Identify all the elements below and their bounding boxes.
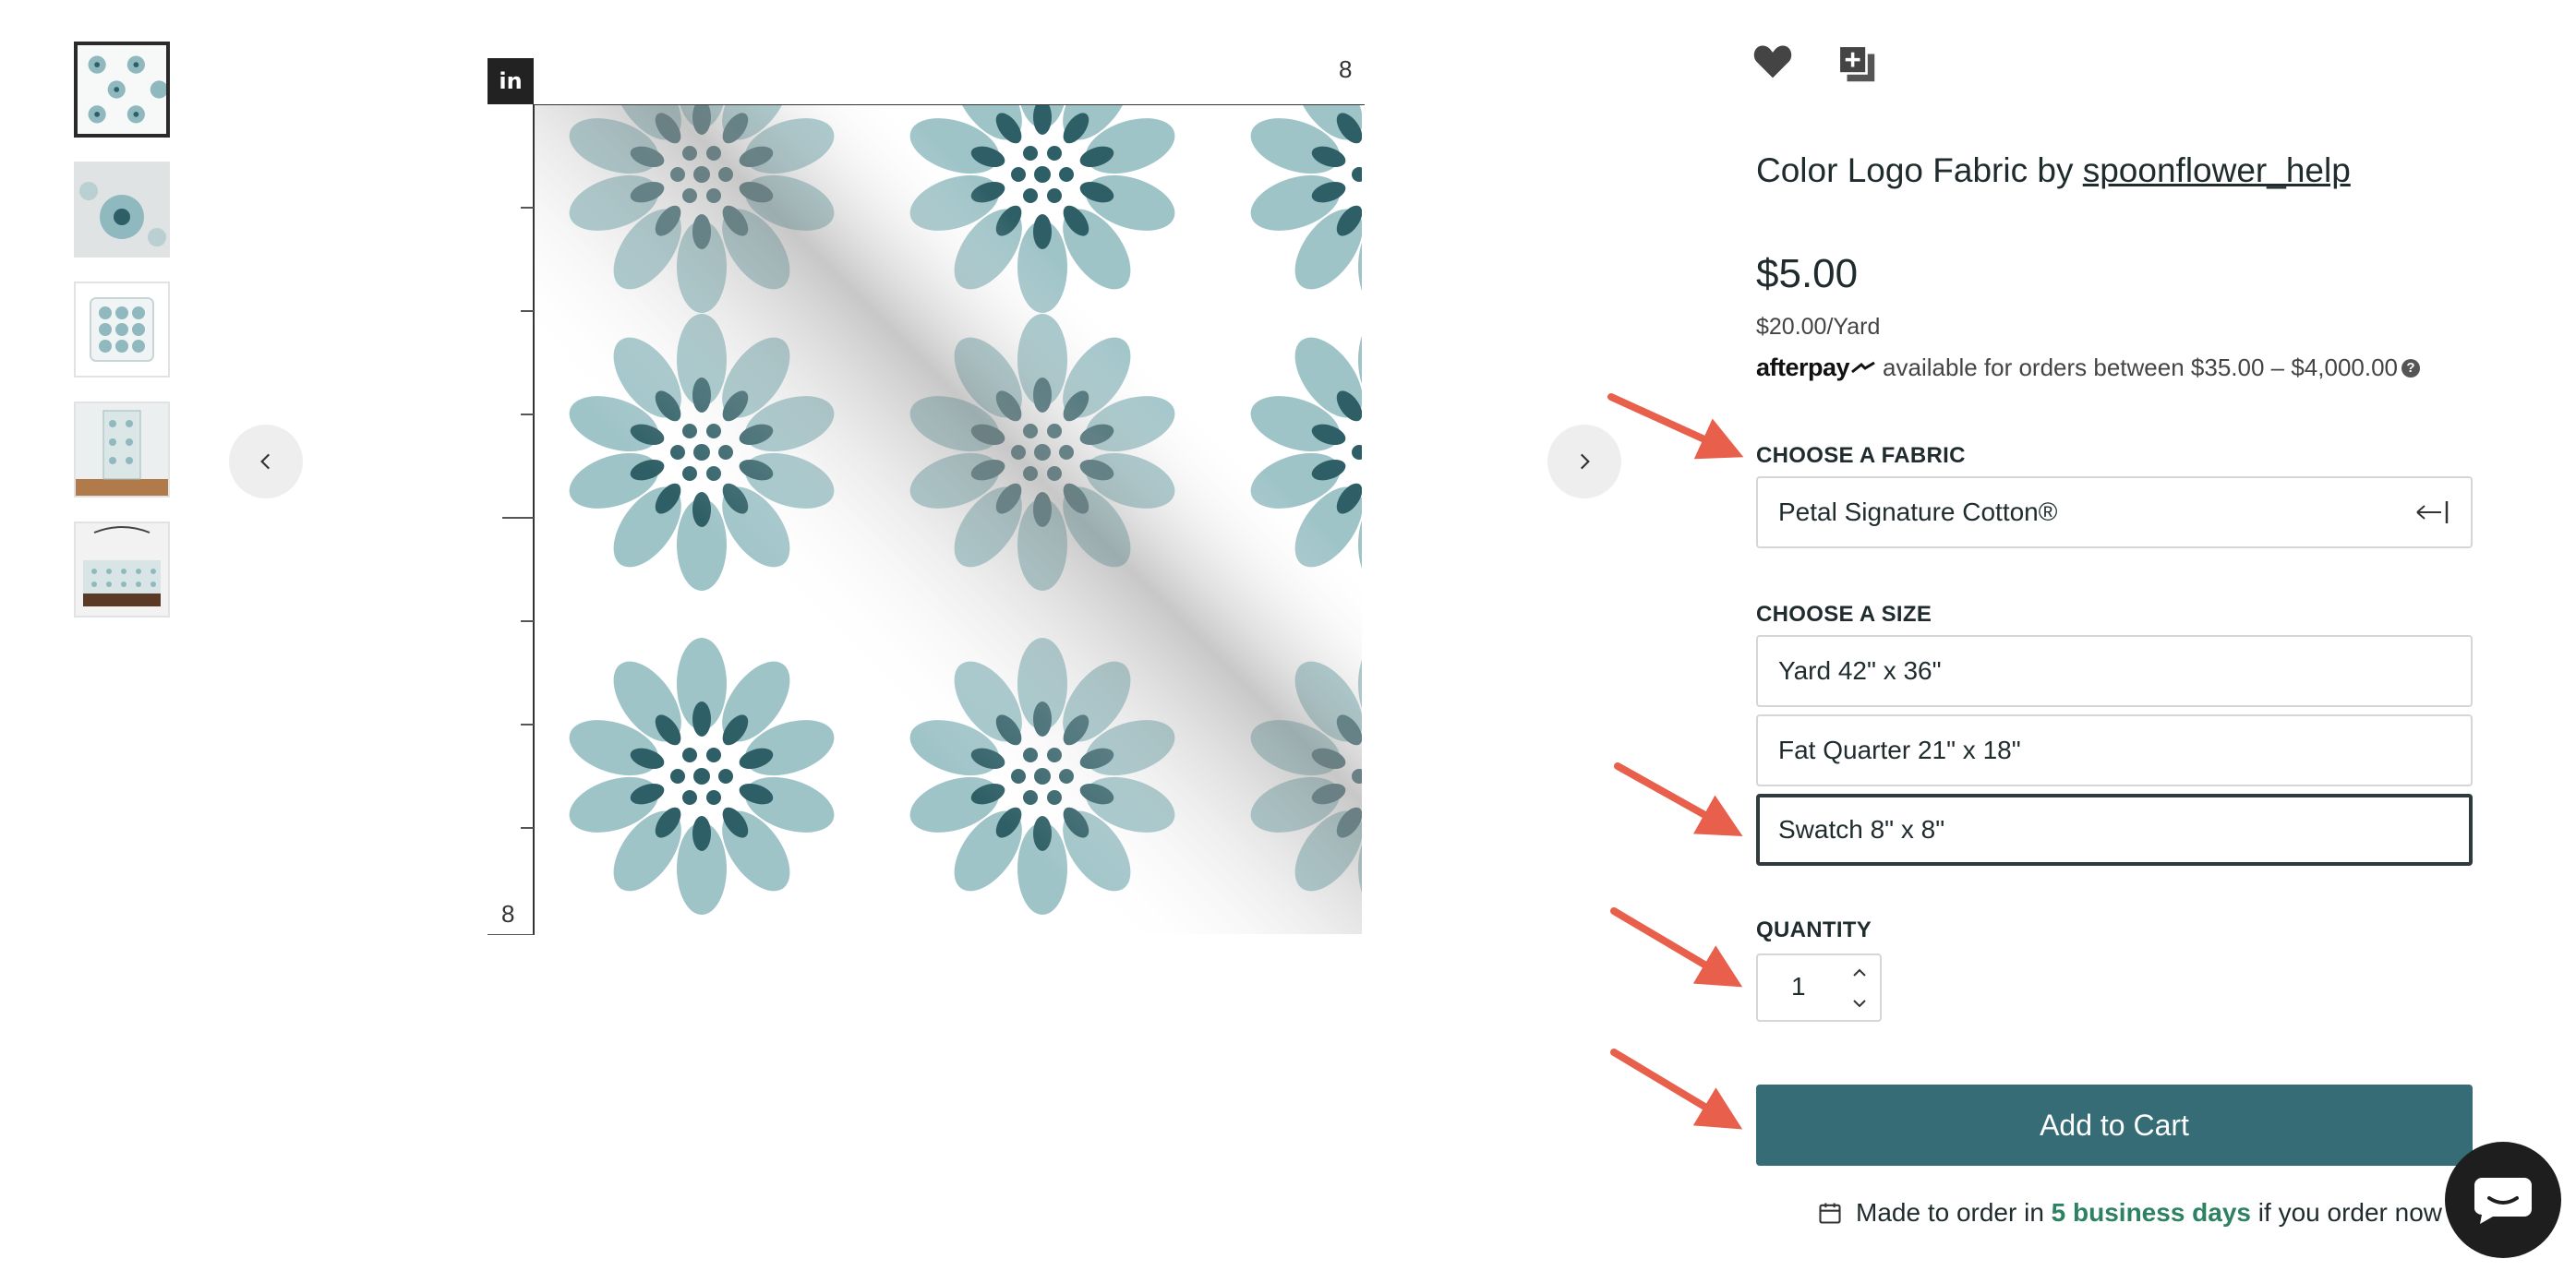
order-note-highlight: 5 business days: [2051, 1198, 2252, 1227]
thumbnail-blanket[interactable]: [74, 402, 170, 498]
annotation-arrow-quantity: [1610, 907, 1743, 988]
quantity-label: QUANTITY: [1756, 917, 1872, 942]
afterpay-info: afterpay available for orders between $3…: [1756, 354, 2421, 382]
thumbnail-fabric-closeup[interactable]: [74, 162, 170, 258]
size-option-fat-quarter[interactable]: Fat Quarter 21" x 18": [1756, 714, 2473, 786]
order-note-suffix: if you order now: [2251, 1198, 2443, 1227]
size-section-label: CHOOSE A SIZE: [1756, 602, 1932, 627]
size-option-label: Swatch 8" x 8": [1778, 815, 1945, 844]
thumbnail-image: [76, 403, 168, 496]
thumbnail-image: [76, 523, 168, 616]
chat-button[interactable]: [2445, 1142, 2561, 1258]
product-title: Color Logo Fabric by spoonflower_help: [1756, 151, 2351, 190]
thumbnail-image: [76, 283, 168, 376]
fabric-preview-image: [535, 105, 1362, 934]
favorite-button[interactable]: [1752, 42, 1795, 82]
annotation-arrow-fabric: [1607, 393, 1744, 460]
thumbnail-fabric-swatch[interactable]: [74, 42, 170, 138]
ruler-unit-badge: in: [488, 58, 534, 104]
calendar-icon: [1819, 1203, 1841, 1224]
annotation-arrow-cart: [1610, 1049, 1743, 1130]
chevron-up-icon[interactable]: [1848, 964, 1871, 982]
size-option-label: Fat Quarter 21" x 18": [1778, 736, 2021, 764]
product-title-prefix: Color Logo Fabric by: [1756, 151, 2083, 189]
add-to-cart-button[interactable]: Add to Cart: [1756, 1085, 2473, 1166]
add-collection-icon: [1837, 44, 1875, 82]
help-icon[interactable]: ?: [2401, 358, 2421, 378]
chevron-right-icon: [1580, 453, 1590, 470]
unit-price: $20.00/Yard: [1756, 314, 1881, 340]
thumbnail-duvet-bedroom[interactable]: [74, 522, 170, 618]
fabric-section-label: CHOOSE A FABRIC: [1756, 443, 1966, 468]
thumbnail-image: [78, 45, 166, 134]
chat-icon: [2474, 1178, 2532, 1224]
chevron-down-icon[interactable]: [1848, 994, 1871, 1013]
product-price: $5.00: [1756, 251, 1859, 296]
next-image-button[interactable]: [1547, 425, 1621, 498]
afterpay-logo: afterpay: [1756, 354, 1850, 381]
afterpay-link-icon: [1851, 361, 1875, 373]
order-note-prefix: Made to order in: [1856, 1198, 2052, 1227]
fabric-select[interactable]: Petal Signature Cotton®: [1756, 476, 2473, 548]
annotation-arrow-size: [1614, 762, 1743, 836]
chevron-left-icon: [260, 453, 271, 470]
size-option-swatch[interactable]: Swatch 8" x 8": [1756, 794, 2473, 866]
size-option-yard[interactable]: Yard 42" x 36": [1756, 635, 2473, 707]
order-note: Made to order in 5 business days if you …: [1817, 1198, 2442, 1228]
arrow-left-bar-icon: [2416, 501, 2449, 523]
thumbnail-pillow[interactable]: [74, 282, 170, 378]
add-to-collection-button[interactable]: [1837, 44, 1878, 85]
thumbnail-image: [76, 163, 168, 256]
quantity-value[interactable]: 1: [1791, 972, 1806, 1001]
quantity-stepper[interactable]: 1: [1756, 953, 1882, 1022]
afterpay-text: available for orders between $35.00 – $4…: [1883, 354, 2399, 381]
heart-icon: [1753, 45, 1792, 78]
size-option-label: Yard 42" x 36": [1778, 656, 1942, 685]
designer-link[interactable]: spoonflower_help: [2083, 151, 2351, 189]
fabric-select-value: Petal Signature Cotton®: [1778, 498, 2058, 526]
previous-image-button[interactable]: [229, 425, 303, 498]
ruler-top-end-label: 8: [1339, 55, 1353, 83]
